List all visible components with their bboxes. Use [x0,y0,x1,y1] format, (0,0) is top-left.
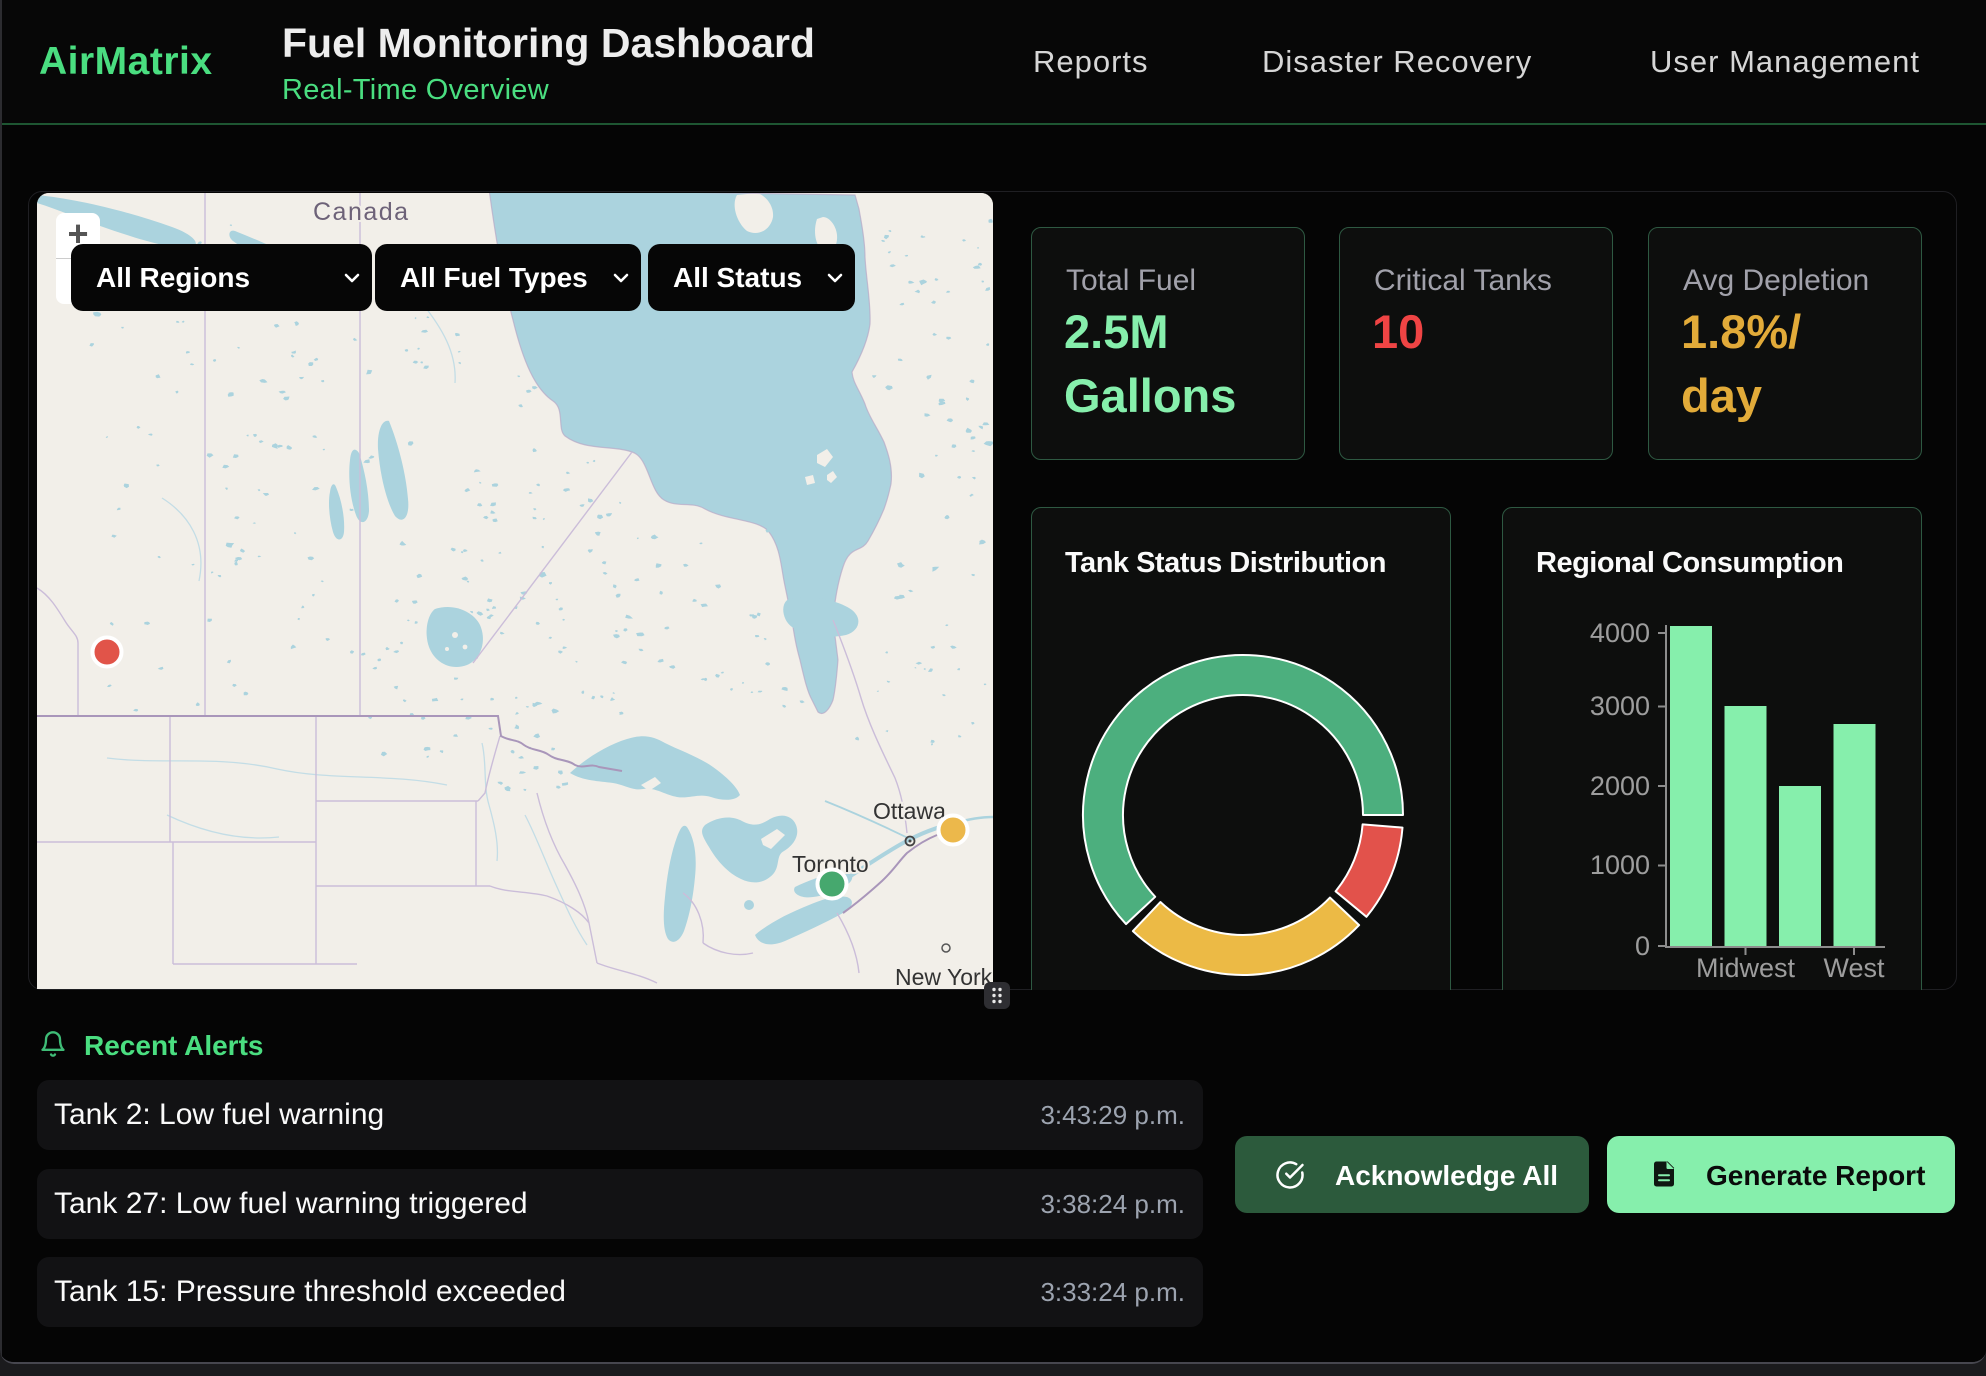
svg-text:2000: 2000 [1590,771,1650,801]
svg-text:Midwest: Midwest [1696,953,1796,983]
svg-text:West: West [1823,953,1885,983]
svg-text:1000: 1000 [1590,850,1650,880]
svg-text:Canada: Canada [313,198,410,226]
svg-text:Ottawa: Ottawa [873,798,946,824]
svg-text:New York: New York [895,964,993,989]
svg-text:0: 0 [1635,931,1650,961]
svg-text:4000: 4000 [1590,618,1650,648]
svg-text:3000: 3000 [1590,691,1650,721]
